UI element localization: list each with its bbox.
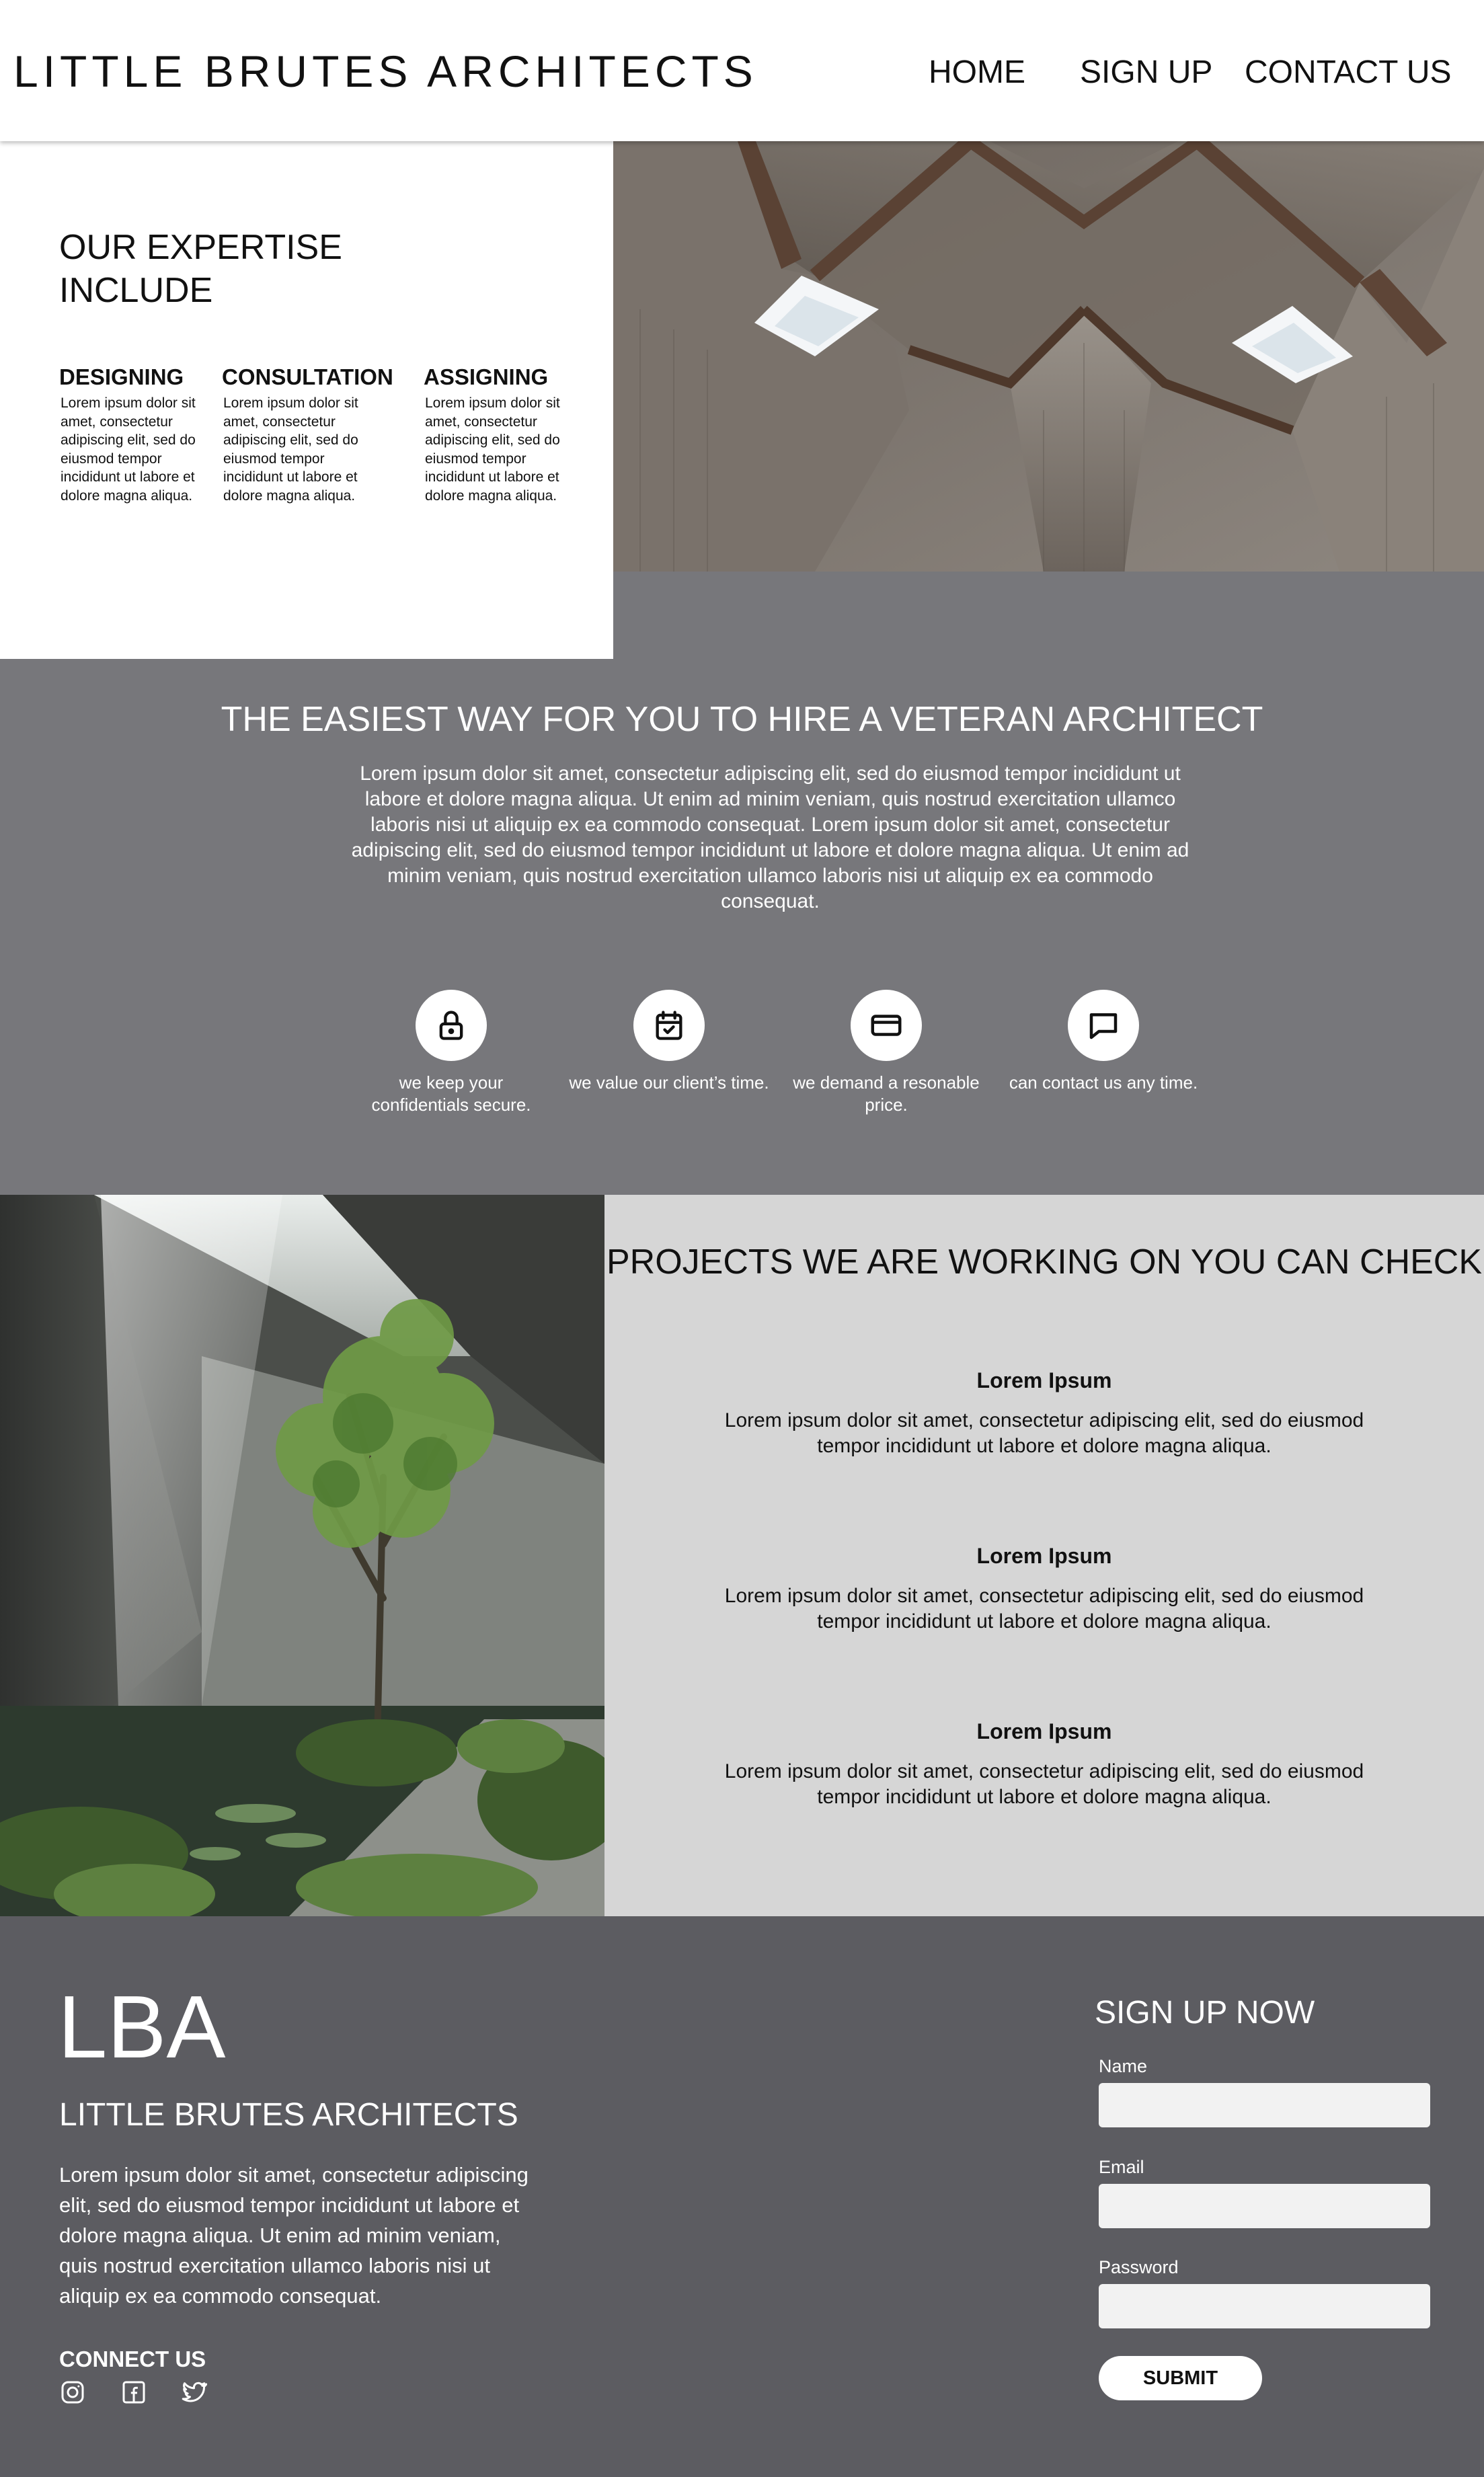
hire-description: Lorem ipsum dolor sit amet, consectetur … (351, 762, 1189, 912)
project-item: Lorem Ipsum Lorem ipsum dolor sit amet, … (708, 1368, 1380, 1459)
concrete-ceiling-photo (613, 141, 1484, 572)
footer-logo: LBA (58, 1977, 226, 2076)
project-item-text: Lorem ipsum dolor sit amet, consectetur … (724, 1585, 1364, 1633)
expertise-item-text: Lorem ipsum dolor sit amet, consectetur … (61, 395, 196, 504)
nav-contact-us[interactable]: CONTACT US (1245, 54, 1452, 91)
instagram-icon[interactable] (59, 2379, 86, 2406)
courtyard-tree-photo (0, 1195, 604, 1916)
feature-contact: can contact us any time. (1003, 990, 1204, 1094)
expertise-item-title: ASSIGNING (424, 364, 549, 389)
twitter-icon[interactable] (180, 2379, 208, 2406)
footer-description: Lorem ipsum dolor sit amet, consectetur … (59, 2163, 529, 2308)
email-label: Email (1099, 2157, 1144, 2177)
site-header: LITTLE BRUTES ARCHITECTS HOME SIGN UP CO… (0, 0, 1484, 141)
expertise-item-text: Lorem ipsum dolor sit amet, consectetur … (223, 395, 358, 504)
feature-caption: we demand a resonable price. (793, 1072, 980, 1115)
password-label: Password (1099, 2257, 1179, 2277)
feature-icon-circle (633, 990, 705, 1061)
facebook-icon[interactable] (120, 2379, 147, 2406)
feature-time: we value our client’s time. (568, 990, 770, 1094)
footer-company-name: LITTLE BRUTES ARCHITECTS (59, 2097, 518, 2133)
lock-icon (439, 1011, 463, 1040)
hire-section-top-strip (613, 572, 1484, 659)
brand-logo-text[interactable]: LITTLE BRUTES ARCHITECTS (13, 46, 758, 97)
connect-us-heading: CONNECT US (59, 2347, 206, 2371)
project-item-text: Lorem ipsum dolor sit amet, consectetur … (724, 1409, 1364, 1457)
expertise-item-title: DESIGNING (59, 364, 184, 389)
project-item: Lorem Ipsum Lorem ipsum dolor sit amet, … (708, 1544, 1380, 1635)
expertise-item-text: Lorem ipsum dolor sit amet, consectetur … (425, 395, 560, 504)
calendar-check-icon (656, 1011, 682, 1040)
project-item: Lorem Ipsum Lorem ipsum dolor sit amet, … (708, 1719, 1380, 1810)
chat-bubble-icon (1089, 1013, 1118, 1039)
nav-sign-up[interactable]: SIGN UP (1080, 54, 1212, 91)
project-item-title: Lorem Ipsum (976, 1719, 1112, 1743)
site-footer: LBA LITTLE BRUTES ARCHITECTS Lorem ipsum… (0, 1916, 1484, 2477)
feature-caption: can contact us any time. (1009, 1072, 1198, 1093)
feature-caption: we value our client’s time. (569, 1072, 769, 1093)
hire-title: THE EASIEST WAY FOR YOU TO HIRE A VETERA… (221, 700, 1263, 739)
name-label: Name (1099, 2056, 1148, 2076)
expertise-item-designing: DESIGNING Lorem ipsum dolor sit amet, co… (59, 364, 210, 505)
nav-home[interactable]: HOME (929, 54, 1025, 91)
feature-icon-circle (851, 990, 922, 1061)
project-item-title: Lorem Ipsum (976, 1544, 1112, 1568)
hire-section: THE EASIEST WAY FOR YOU TO HIRE A VETERA… (0, 659, 1484, 1195)
submit-button[interactable]: SUBMIT (1099, 2356, 1262, 2400)
projects-section: PROJECTS WE ARE WORKING ON YOU CAN CHECK… (604, 1195, 1484, 1916)
feature-icon-circle (1068, 990, 1139, 1061)
feature-icon-circle (416, 990, 487, 1061)
projects-title: PROJECTS WE ARE WORKING ON YOU CAN CHECK (606, 1243, 1483, 1282)
feature-price: we demand a resonable price. (785, 990, 987, 1116)
name-field[interactable] (1099, 2083, 1430, 2127)
expertise-title: OUR EXPERTISE INCLUDE (59, 228, 342, 310)
email-field[interactable] (1099, 2184, 1430, 2228)
signup-form-title: SIGN UP NOW (1095, 1995, 1315, 2031)
project-item-text: Lorem ipsum dolor sit amet, consectetur … (724, 1760, 1364, 1808)
expertise-item-title: CONSULTATION (222, 364, 393, 389)
feature-security: we keep your confidentials secure. (350, 990, 552, 1116)
expertise-item-consultation: CONSULTATION Lorem ipsum dolor sit amet,… (222, 364, 393, 505)
feature-caption: we keep your confidentials secure. (371, 1072, 531, 1115)
password-field[interactable] (1099, 2284, 1430, 2328)
expertise-item-assigning: ASSIGNING Lorem ipsum dolor sit amet, co… (424, 364, 575, 505)
credit-card-icon (871, 1015, 902, 1036)
project-item-title: Lorem Ipsum (976, 1368, 1112, 1392)
expertise-section: OUR EXPERTISE INCLUDE DESIGNING Lorem ip… (0, 141, 613, 659)
